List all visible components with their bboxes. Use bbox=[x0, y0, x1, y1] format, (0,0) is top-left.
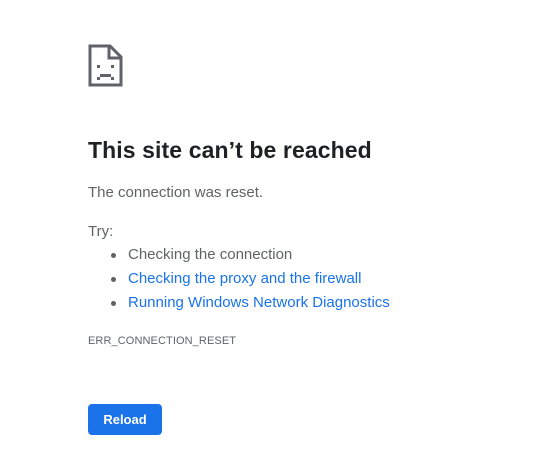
reload-button[interactable]: Reload bbox=[88, 404, 162, 435]
check-proxy-link[interactable]: Checking the proxy and the firewall bbox=[128, 270, 361, 287]
page-title: This site can’t be reached bbox=[88, 137, 372, 163]
suggestion-text: Checking the connection bbox=[128, 246, 293, 263]
suggestion-check-proxy[interactable]: Checking the proxy and the firewall bbox=[111, 267, 390, 291]
network-diagnostics-link[interactable]: Running Windows Network Diagnostics bbox=[128, 294, 390, 311]
suggestions-list: Checking the connection Checking the pro… bbox=[88, 243, 390, 315]
error-message: The connection was reset. bbox=[88, 184, 264, 201]
error-page: This site can’t be reached The connectio… bbox=[88, 44, 518, 435]
error-code: ERR_CONNECTION_RESET bbox=[88, 335, 237, 347]
try-label: Try: bbox=[88, 223, 114, 240]
suggestion-network-diagnostics[interactable]: Running Windows Network Diagnostics bbox=[111, 291, 390, 315]
suggestion-check-connection: Checking the connection bbox=[111, 243, 390, 267]
sad-document-icon bbox=[88, 44, 124, 88]
